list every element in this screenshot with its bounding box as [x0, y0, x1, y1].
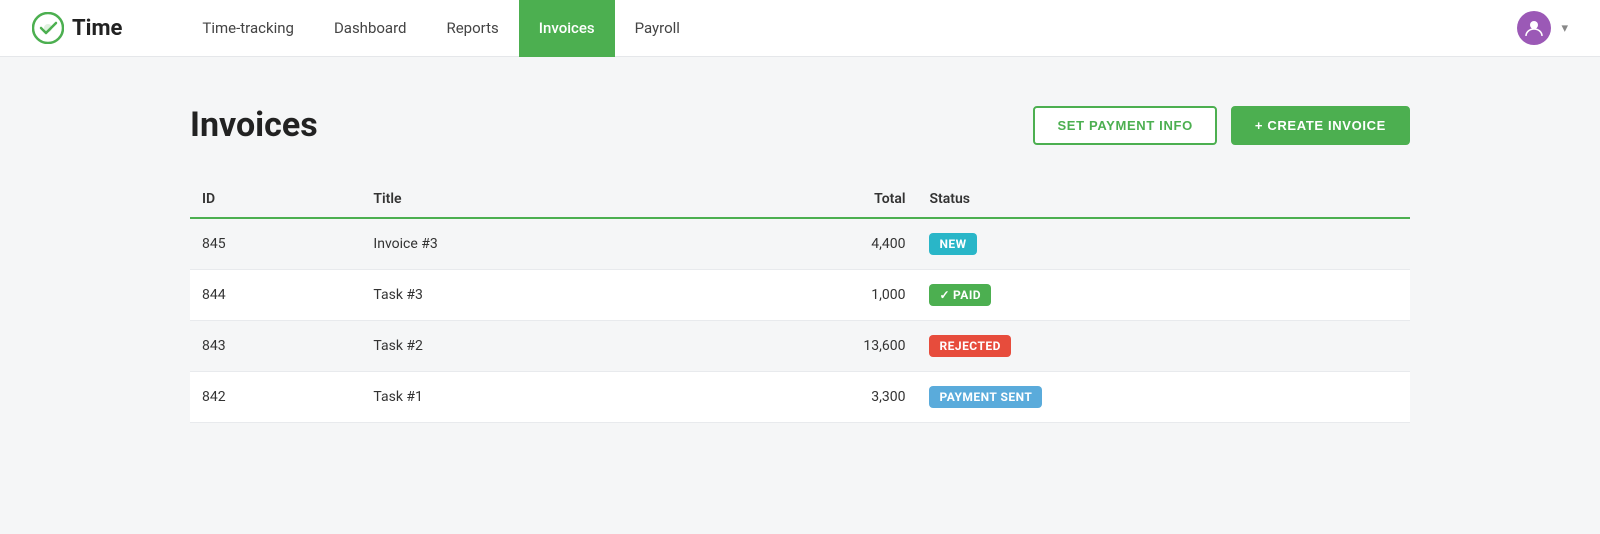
- set-payment-info-button[interactable]: SET PAYMENT INFO: [1033, 106, 1216, 145]
- nav-links: Time-tracking Dashboard Reports Invoices…: [182, 0, 1517, 57]
- table-header-row: ID Title Total Status: [190, 181, 1410, 218]
- table-row[interactable]: 842 Task #1 3,300 PAYMENT SENT: [190, 372, 1410, 423]
- main-content: Invoices SET PAYMENT INFO + CREATE INVOI…: [150, 57, 1450, 463]
- cell-title: Task #3: [361, 270, 679, 321]
- cell-id: 844: [190, 270, 361, 321]
- table-row[interactable]: 843 Task #2 13,600 REJECTED: [190, 321, 1410, 372]
- navbar: Time Time-tracking Dashboard Reports Inv…: [0, 0, 1600, 57]
- nav-payroll[interactable]: Payroll: [615, 0, 700, 57]
- cell-total: 4,400: [679, 218, 917, 270]
- cell-title: Invoice #3: [361, 218, 679, 270]
- nav-reports[interactable]: Reports: [426, 0, 518, 57]
- col-header-total: Total: [679, 181, 917, 218]
- nav-invoices[interactable]: Invoices: [519, 0, 615, 57]
- nav-time-tracking[interactable]: Time-tracking: [182, 0, 314, 57]
- invoice-table: ID Title Total Status 845 Invoice #3 4,4…: [190, 181, 1410, 423]
- cell-total: 13,600: [679, 321, 917, 372]
- cell-title: Task #1: [361, 372, 679, 423]
- cell-id: 843: [190, 321, 361, 372]
- table-row[interactable]: 844 Task #3 1,000 ✓PAID: [190, 270, 1410, 321]
- status-badge: PAYMENT SENT: [929, 386, 1042, 408]
- col-header-id: ID: [190, 181, 361, 218]
- status-badge: ✓PAID: [929, 284, 991, 306]
- cell-status: REJECTED: [917, 321, 1410, 372]
- cell-id: 842: [190, 372, 361, 423]
- cell-total: 1,000: [679, 270, 917, 321]
- cell-status: ✓PAID: [917, 270, 1410, 321]
- cell-status: PAYMENT SENT: [917, 372, 1410, 423]
- user-icon: [1524, 18, 1544, 38]
- cell-title: Task #2: [361, 321, 679, 372]
- col-header-title: Title: [361, 181, 679, 218]
- avatar[interactable]: [1517, 11, 1551, 45]
- page-title: Invoices: [190, 105, 318, 145]
- page-header: Invoices SET PAYMENT INFO + CREATE INVOI…: [190, 105, 1410, 145]
- cell-status: NEW: [917, 218, 1410, 270]
- nav-dashboard[interactable]: Dashboard: [314, 0, 427, 57]
- brand-icon: [32, 12, 64, 44]
- cell-total: 3,300: [679, 372, 917, 423]
- brand-name: Time: [72, 16, 122, 41]
- brand-logo[interactable]: Time: [32, 12, 122, 44]
- cell-id: 845: [190, 218, 361, 270]
- create-invoice-button[interactable]: + CREATE INVOICE: [1231, 106, 1410, 145]
- table-row[interactable]: 845 Invoice #3 4,400 NEW: [190, 218, 1410, 270]
- col-header-status: Status: [917, 181, 1410, 218]
- nav-right: ▾: [1517, 11, 1568, 45]
- header-actions: SET PAYMENT INFO + CREATE INVOICE: [1033, 106, 1410, 145]
- status-badge: NEW: [929, 233, 976, 255]
- avatar-caret: ▾: [1561, 21, 1568, 36]
- status-badge: REJECTED: [929, 335, 1010, 357]
